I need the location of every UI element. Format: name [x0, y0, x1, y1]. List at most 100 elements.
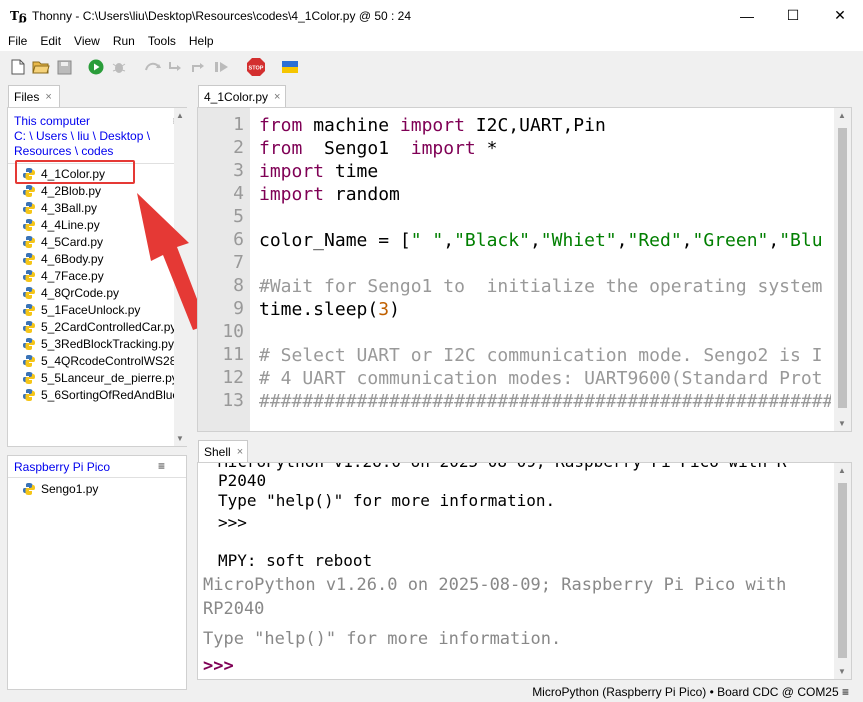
line-number: 10	[222, 321, 244, 342]
close-icon[interactable]: ×	[274, 91, 280, 103]
python-file-icon	[23, 218, 35, 231]
line-number: 3	[233, 160, 244, 181]
toolbar: STOP	[0, 54, 863, 80]
scroll-down-icon[interactable]: ▼	[174, 434, 186, 443]
open-file-icon[interactable]	[31, 57, 51, 77]
scroll-down-icon[interactable]: ▼	[836, 667, 848, 676]
scroll-down-icon[interactable]: ▼	[836, 419, 848, 428]
shell-output-line: >>>	[218, 513, 247, 532]
scroll-thumb[interactable]	[838, 483, 847, 658]
menu-edit[interactable]: Edit	[32, 34, 66, 48]
new-file-icon[interactable]	[8, 57, 28, 77]
scroll-up-icon[interactable]: ▲	[836, 111, 848, 120]
file-name: 4_6Body.py	[41, 251, 104, 266]
list-item[interactable]: Sengo1.py	[22, 480, 98, 497]
file-name: 5_3RedBlockTracking.py	[41, 336, 174, 351]
python-file-icon	[23, 252, 35, 265]
python-file-icon	[23, 388, 35, 401]
code-line: import random	[259, 184, 400, 205]
python-file-icon	[23, 286, 35, 299]
files-location: This computer C: \ Users \ liu \ Desktop…	[14, 114, 180, 159]
tab-4-1color[interactable]: 4_1Color.py ×	[198, 85, 286, 107]
tab-files-label: Files	[14, 89, 40, 104]
tab-files[interactable]: Files ×	[8, 85, 60, 107]
list-item[interactable]: 5_6SortingOfRedAndBlue	[22, 386, 174, 403]
code-editor[interactable]: 1 2 3 4 5 6 7 8 9 10 11 12 13 from machine import I2…	[197, 107, 852, 432]
line-number: 7	[233, 252, 244, 273]
shell-banner: MicroPython v1.26.0 on 2025-08-09; Raspb…	[203, 575, 787, 595]
divider	[8, 477, 186, 478]
python-file-icon	[23, 371, 35, 384]
code-line: from machine import I2C,UART,Pin	[259, 115, 606, 136]
menu-tools[interactable]: Tools	[140, 34, 181, 48]
device-title[interactable]: Raspberry Pi Pico	[14, 460, 110, 474]
scroll-thumb[interactable]	[838, 128, 847, 408]
scroll-up-icon[interactable]: ▲	[836, 466, 848, 475]
line-number-gutter: 1 2 3 4 5 6 7 8 9 10 11 12 13	[198, 108, 250, 431]
line-number: 5	[233, 206, 244, 227]
list-item[interactable]: 5_4QRcodeControlWS2812	[22, 352, 174, 369]
shell-console[interactable]: MicroPython v1.26.0 on 2025-08-09; Raspb…	[197, 462, 852, 680]
close-button[interactable]: ✕	[817, 0, 863, 31]
line-number: 11	[222, 344, 244, 365]
device-files-panel: Raspberry Pi Pico ≡ Sengo1.py	[7, 455, 187, 690]
shell-output-line: MicroPython v1.26.0 on 2025-08-09; Raspb…	[218, 463, 786, 471]
file-name: 4_8QrCode.py	[41, 285, 120, 300]
menu-help[interactable]: Help	[181, 34, 219, 48]
code-line: #Wait for Sengo1 to initialize the opera…	[259, 276, 823, 297]
code-line: from Sengo1 import *	[259, 138, 498, 159]
menu-view[interactable]: View	[66, 34, 105, 48]
close-icon[interactable]: ×	[45, 91, 51, 103]
tab-shell[interactable]: Shell ×	[198, 440, 248, 462]
python-file-icon	[23, 269, 35, 282]
shell-scrollbar[interactable]: ▲ ▼	[834, 463, 851, 679]
python-file-icon	[23, 235, 35, 248]
list-item[interactable]: 5_5Lanceur_de_pierre.py	[22, 369, 174, 386]
svg-text:STOP: STOP	[249, 66, 264, 72]
code-area[interactable]: from machine import I2C,UART,Pin from Se…	[259, 108, 831, 431]
panel-menu-icon[interactable]: ≡	[158, 459, 165, 473]
list-item[interactable]: 5_3RedBlockTracking.py	[22, 335, 174, 352]
file-name: 4_3Ball.py	[41, 200, 98, 215]
shell-prompt[interactable]: >>>	[203, 656, 234, 676]
scroll-up-icon[interactable]: ▲	[174, 111, 186, 120]
minimize-button[interactable]: —	[724, 0, 770, 31]
debug-icon[interactable]	[109, 57, 129, 77]
code-line: import time	[259, 161, 379, 182]
breadcrumb[interactable]: Resources \ codes	[14, 144, 176, 159]
step-into-icon[interactable]	[166, 57, 186, 77]
resume-icon[interactable]	[212, 57, 232, 77]
file-name: 4_2Blob.py	[41, 183, 102, 198]
maximize-button[interactable]: ☐	[770, 0, 816, 31]
ukraine-flag-icon[interactable]	[280, 57, 300, 77]
shell-output-line: P2040	[218, 471, 267, 490]
thonny-window: Tᵷ Thonny - C:\Users\liu\Desktop\Resourc…	[0, 0, 863, 702]
line-number: 8	[233, 275, 244, 296]
breadcrumb[interactable]: C: \ Users \ liu \ Desktop \	[14, 129, 176, 144]
run-icon[interactable]	[86, 57, 106, 77]
stop-icon[interactable]: STOP	[246, 57, 266, 77]
interpreter-status[interactable]: MicroPython (Raspberry Pi Pico) • Board …	[532, 685, 849, 699]
step-over-icon[interactable]	[143, 57, 163, 77]
editor-scrollbar[interactable]: ▲ ▼	[834, 108, 851, 431]
python-file-icon	[23, 201, 35, 214]
line-number: 1	[233, 114, 244, 135]
line-number: 9	[233, 298, 244, 319]
file-name: 5_6SortingOfRedAndBlue	[41, 387, 174, 402]
file-name: 4_7Face.py	[41, 268, 104, 283]
shell-output-line: MPY: soft reboot	[218, 551, 373, 570]
save-icon[interactable]	[54, 57, 74, 77]
shell-help-line: Type "help()" for more information.	[203, 629, 562, 649]
close-icon[interactable]: ×	[237, 446, 243, 458]
code-line: color_Name = [" ","Black","Whiet","Red",…	[259, 230, 823, 251]
python-file-icon	[23, 320, 35, 333]
this-computer-link[interactable]: This computer	[14, 114, 176, 129]
python-file-icon	[23, 303, 35, 316]
menu-run[interactable]: Run	[105, 34, 140, 48]
status-bar: MicroPython (Raspberry Pi Pico) • Board …	[0, 682, 863, 702]
file-name: 4_5Card.py	[41, 234, 104, 249]
shell-banner: RP2040	[203, 599, 265, 619]
step-out-icon[interactable]	[189, 57, 209, 77]
python-file-icon	[23, 337, 35, 350]
menu-file[interactable]: File	[0, 34, 32, 48]
